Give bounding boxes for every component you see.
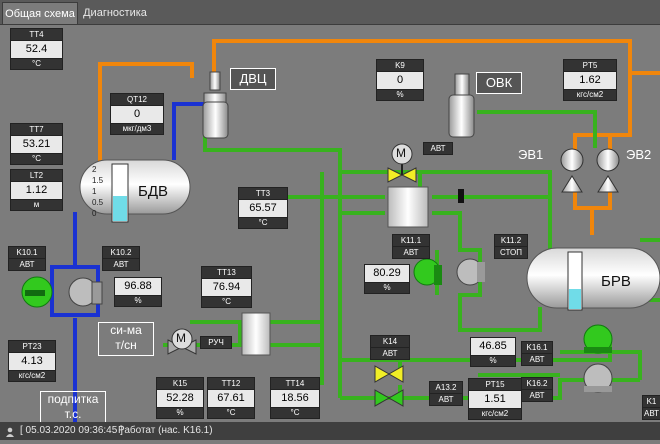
status-bar: [ 05.03.2020 09:36:45 ] Работат (нас. K1… [0, 422, 660, 440]
sensor-tt7[interactable]: TT7 53.21 °C [10, 123, 63, 165]
motor-k15-label: M [176, 331, 186, 345]
k14-mode-button[interactable]: АВТ [370, 347, 410, 360]
process-canvas: M M 2 1.5 1 0.5 0 БДВ БРВ ДВЦ ОВК ЭВ1 ЭВ… [0, 25, 660, 425]
sensor-pt15[interactable]: PT15 1.51 кгс/см2 [468, 378, 522, 420]
pump-k10-2 [68, 277, 103, 307]
sensor-k16-1-value[interactable]: 46.85% [470, 337, 516, 367]
tab-bar: Общая схема Диагностика [0, 0, 660, 25]
sensor-k9[interactable]: K9 0% [376, 59, 424, 101]
user-icon [5, 426, 15, 437]
sensor-tt14[interactable]: TT14 18.56 °C [270, 377, 320, 419]
green-pipe-ovk [477, 110, 597, 148]
blue-pipe-top [172, 102, 205, 160]
ev2-label: ЭВ2 [626, 147, 652, 162]
sensor-qt12[interactable]: QT12 0 мкг/дм3 [110, 93, 164, 135]
sensor-tt4[interactable]: TT4 52.4 °C [10, 28, 63, 70]
status-message: Работат (нас. K16.1) [118, 425, 213, 436]
k15-mode-button[interactable]: РУЧ [200, 336, 232, 349]
ev1-label: ЭВ1 [518, 147, 544, 162]
k1-mode-button-partial[interactable]: АВТ [642, 407, 660, 420]
ovk-label: ОВК [476, 72, 522, 94]
valve-k14-yellow [374, 365, 404, 383]
dvc-column [202, 71, 229, 139]
podpitka-label: подпитка т.с. [40, 391, 106, 425]
sensor-k15[interactable]: K15 52.28% [156, 377, 204, 419]
sensor-k11-1-value[interactable]: 80.29% [364, 264, 410, 294]
heat-exchanger-2 [241, 312, 271, 356]
pump-k11-2 [456, 258, 485, 286]
k16-1-mode-button[interactable]: АВТ [521, 353, 553, 366]
k16-2-mode-button[interactable]: АВТ [521, 389, 553, 402]
sensor-tt3[interactable]: TT3 65.57 °C [238, 187, 288, 229]
ev2-pump [596, 148, 620, 193]
green-pipe-1 [203, 127, 342, 398]
valve-marker [458, 189, 464, 203]
sensor-tt12[interactable]: TT12 67.61 °C [207, 377, 255, 419]
sensor-k10-value[interactable]: 96.88% [114, 277, 162, 307]
pump-k16-1 [583, 324, 613, 354]
dvc-label: ДВЦ [230, 68, 276, 90]
brv-label: БРВ [601, 273, 631, 290]
orange-pipe-ev-bottom [573, 192, 612, 235]
sensor-pt23[interactable]: PT23 4.13 кгс/см2 [8, 340, 56, 382]
k11-1-mode-button[interactable]: АВТ [392, 246, 430, 259]
sensor-pt5[interactable]: PT5 1.62 кгс/см2 [563, 59, 617, 101]
status-datetime: [ 05.03.2020 09:36:45 ] [20, 425, 123, 436]
pipe-network [21, 39, 660, 422]
a13-2-mode-button[interactable]: АВТ [429, 393, 463, 406]
tab-overview[interactable]: Общая схема [2, 2, 78, 24]
ovk-column [448, 73, 475, 138]
k10-2-mode-button[interactable]: АВТ [102, 258, 140, 271]
brv-tank [526, 247, 660, 311]
pump-k16-2 [583, 363, 613, 393]
k9-mode-button[interactable]: АВТ [423, 142, 453, 155]
bdv-label: БДВ [138, 183, 169, 200]
sensor-tt13[interactable]: TT13 76.94 °C [201, 266, 252, 308]
bdv-scale: 2 1.5 1 0.5 0 [92, 165, 104, 218]
pump-k10-1 [21, 276, 53, 308]
tab-diagnostics[interactable]: Диагностика [80, 2, 150, 24]
valve-k14-green [374, 389, 404, 407]
motor-k9-label: M [396, 146, 406, 160]
heat-exchanger-1 [387, 186, 429, 228]
sensor-lt2[interactable]: LT2 1.12 м [10, 169, 63, 211]
ev1-pump [560, 148, 584, 193]
k10-1-mode-button[interactable]: АВТ [8, 258, 46, 271]
sima-label: си-ма т/сн [98, 322, 154, 356]
k11-2-mode-button[interactable]: СТОП [494, 246, 528, 259]
